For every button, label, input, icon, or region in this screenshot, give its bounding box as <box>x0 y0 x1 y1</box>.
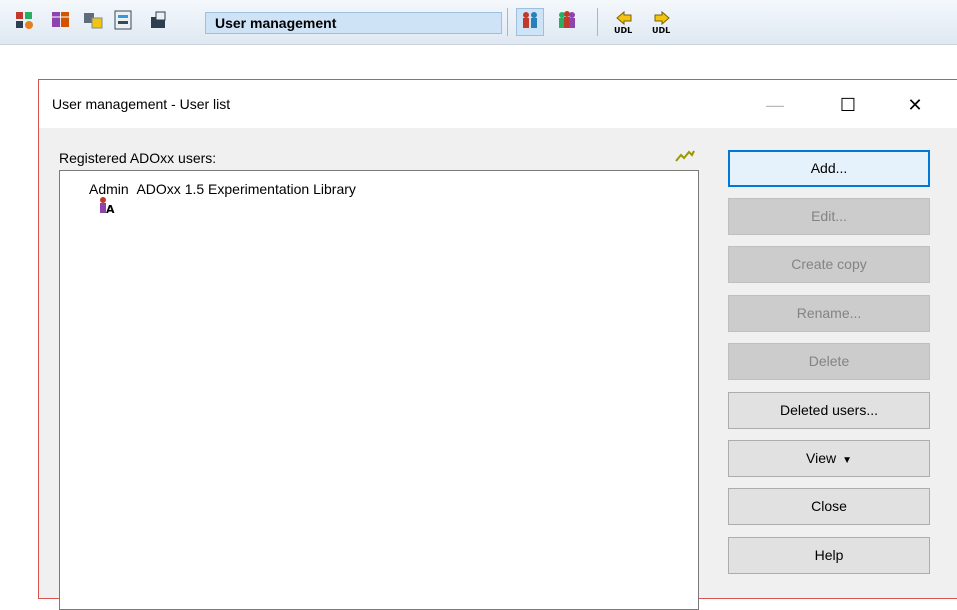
udl-label: UDL <box>614 26 632 35</box>
module-title-field[interactable]: User management <box>205 12 502 34</box>
user-icon: A <box>66 180 115 216</box>
udl-export-icon[interactable]: UDL <box>650 9 674 35</box>
chevron-down-icon: ▼ <box>842 455 852 466</box>
udl-label: UDL <box>652 26 670 35</box>
user-list-dialog: User management - User list — ☐ ✕ Regist… <box>38 79 957 610</box>
users-list-label: Registered ADOxx users: <box>59 150 217 166</box>
modelling-icon[interactable] <box>50 9 72 31</box>
toolbar-separator <box>507 8 508 36</box>
users-icon[interactable] <box>519 9 541 31</box>
toolbar: User management UDL UDL <box>0 0 957 45</box>
import-export-icon[interactable] <box>147 9 169 31</box>
list-item[interactable]: A Admin ADOxx 1.5 Experimentation Librar… <box>66 179 356 216</box>
simulation-icon[interactable] <box>112 9 134 31</box>
udl-import-icon[interactable]: UDL <box>612 9 636 35</box>
close-window-button[interactable]: ✕ <box>892 88 938 122</box>
user-groups-icon[interactable] <box>556 9 578 31</box>
delete-button[interactable]: Delete <box>728 343 930 380</box>
help-button[interactable]: Help <box>728 537 930 574</box>
user-library: ADOxx 1.5 Experimentation Library <box>136 181 356 197</box>
edit-button[interactable]: Edit... <box>728 198 930 235</box>
dialog-titlebar[interactable]: User management - User list — ☐ ✕ <box>39 80 957 128</box>
rename-button[interactable]: Rename... <box>728 295 930 332</box>
view-dropdown-button[interactable]: View ▼ <box>728 440 930 477</box>
create-copy-button[interactable]: Create copy <box>728 246 930 283</box>
acquisition-icon[interactable] <box>14 9 36 31</box>
close-button[interactable]: Close <box>728 488 930 525</box>
svg-text:A: A <box>106 203 115 214</box>
maximize-button[interactable]: ☐ <box>825 88 871 122</box>
dialog-title: User management - User list <box>52 96 231 112</box>
add-button[interactable]: Add... <box>728 150 930 187</box>
refresh-icon[interactable] <box>675 150 695 165</box>
minimize-button[interactable]: — <box>752 88 798 122</box>
analysis-icon[interactable] <box>82 9 104 31</box>
users-listbox[interactable]: A Admin ADOxx 1.5 Experimentation Librar… <box>59 170 699 610</box>
user-name: Admin <box>89 181 129 197</box>
deleted-users-button[interactable]: Deleted users... <box>728 392 930 429</box>
view-label: View <box>806 450 837 466</box>
toolbar-separator <box>597 8 598 36</box>
